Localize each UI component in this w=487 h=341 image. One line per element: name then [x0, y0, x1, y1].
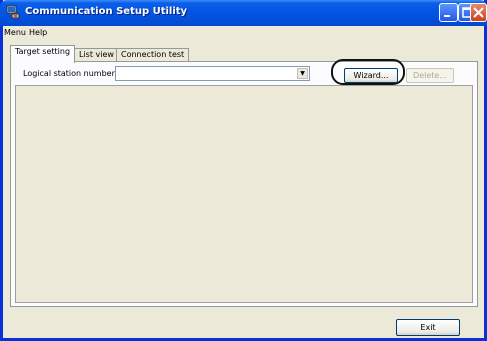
title-bar[interactable]: Communication Setup Utility [0, 0, 487, 26]
menu-item-menu[interactable]: Menu [4, 28, 26, 37]
tab-target-setting[interactable]: Target setting [10, 45, 76, 63]
chevron-down-icon[interactable]: ▼ [297, 68, 308, 79]
close-button[interactable] [470, 3, 487, 22]
logical-station-select[interactable]: ▼ [115, 66, 310, 81]
delete-button[interactable]: Delete... [406, 68, 454, 83]
menu-item-help[interactable]: Help [29, 28, 47, 37]
menu-bar: Menu Help [3, 26, 484, 41]
logical-station-label: Logical station number [23, 69, 115, 78]
target-setting-panel: Logical station number ▼ Wizard... Delet… [10, 59, 478, 307]
exit-button[interactable]: Exit [396, 319, 460, 336]
station-list-area[interactable] [15, 85, 473, 303]
window-title: Communication Setup Utility [25, 6, 188, 17]
close-icon [473, 7, 484, 18]
app-window: Communication Setup Utility Menu Help Ta… [0, 0, 487, 341]
wizard-button[interactable]: Wizard... [344, 68, 398, 83]
minimize-icon [444, 15, 450, 17]
minimize-button[interactable] [439, 3, 458, 22]
computer-network-icon [6, 5, 20, 19]
